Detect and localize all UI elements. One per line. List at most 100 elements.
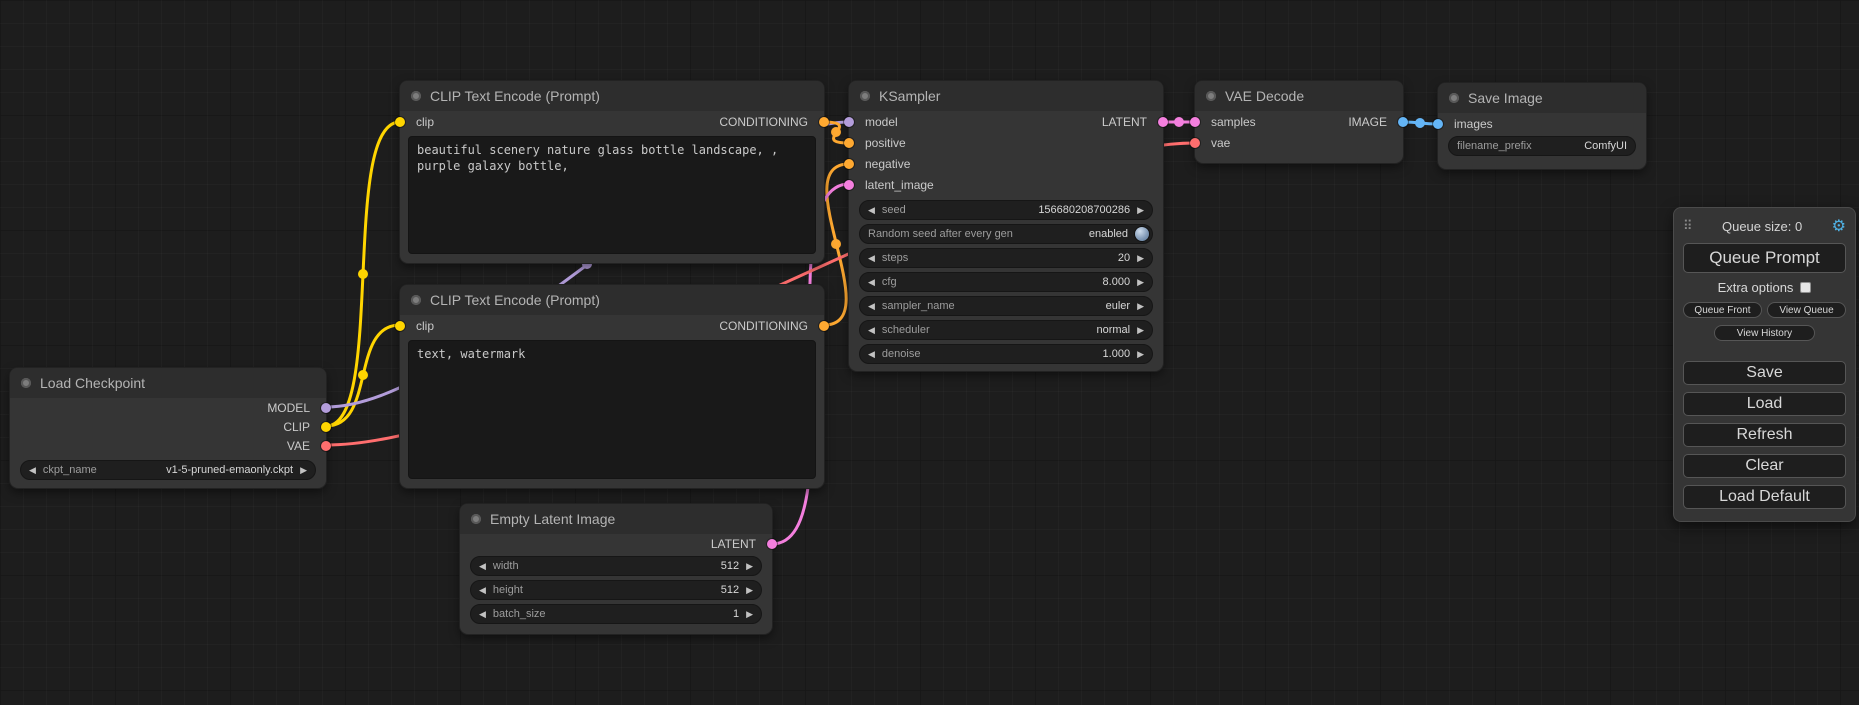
drag-handle-icon[interactable]: ⠿ [1683,218,1693,234]
node-vae-decode[interactable]: VAE Decode samples IMAGE vae [1195,81,1403,163]
save-button[interactable]: Save [1683,361,1846,385]
node-save-image[interactable]: Save Image images filename_prefix ComfyU… [1438,83,1646,169]
view-history-button[interactable]: View History [1714,325,1815,341]
queue-prompt-button[interactable]: Queue Prompt [1683,243,1846,273]
load-button[interactable]: Load [1683,392,1846,416]
widget-value: 20 [1118,252,1130,264]
node-titlebar[interactable]: Load Checkpoint [10,368,326,398]
view-queue-button[interactable]: View Queue [1767,302,1846,318]
node-empty-latent-image[interactable]: Empty Latent Image LATENT ◀ width 512 ▶ … [460,504,772,634]
seed-widget[interactable]: ◀ seed 156680208700286 ▶ [859,200,1153,220]
cfg-widget[interactable]: ◀ cfg 8.000 ▶ [859,272,1153,292]
negative-prompt-textarea[interactable]: text, watermark [408,340,816,479]
collapse-dot-icon[interactable] [21,378,31,388]
decrement-icon[interactable]: ◀ [868,302,875,311]
input-label-clip: clip [416,115,434,129]
increment-icon[interactable]: ▶ [1137,206,1144,215]
input-slot-positive[interactable] [844,138,854,148]
output-slot-latent[interactable] [767,539,777,549]
decrement-icon[interactable]: ◀ [868,278,875,287]
input-slot-model[interactable] [844,117,854,127]
widget-value: 512 [721,560,739,572]
widget-label: ckpt_name [43,464,97,476]
output-slot-vae[interactable] [321,441,331,451]
decrement-icon[interactable]: ◀ [479,610,486,619]
input-slot-clip[interactable] [395,321,405,331]
collapse-dot-icon[interactable] [471,514,481,524]
output-slot-clip[interactable] [321,422,331,432]
collapse-dot-icon[interactable] [411,91,421,101]
increment-icon[interactable]: ▶ [1137,350,1144,359]
output-slot-image[interactable] [1398,117,1408,127]
refresh-button[interactable]: Refresh [1683,423,1846,447]
wire-clip-to-positive-encode [326,122,400,426]
output-slot-conditioning[interactable] [819,321,829,331]
node-titlebar[interactable]: CLIP Text Encode (Prompt) [400,81,824,111]
increment-icon[interactable]: ▶ [1137,302,1144,311]
extra-options-checkbox[interactable] [1800,282,1811,293]
ckpt-name-widget[interactable]: ◀ ckpt_name v1-5-pruned-emaonly.ckpt ▶ [20,460,316,480]
link-midpoint-dot [358,269,368,279]
node-ksampler[interactable]: KSampler model LATENT positive negative … [849,81,1163,371]
node-titlebar[interactable]: VAE Decode [1195,81,1403,111]
decrement-icon[interactable]: ◀ [868,350,875,359]
widget-label: width [493,560,519,572]
node-title: VAE Decode [1225,88,1304,104]
slot-row: positive [849,132,1163,153]
width-widget[interactable]: ◀ width 512 ▶ [470,556,762,576]
node-titlebar[interactable]: Empty Latent Image [460,504,772,534]
node-titlebar[interactable]: KSampler [849,81,1163,111]
output-slot-model[interactable] [321,403,331,413]
load-default-button[interactable]: Load Default [1683,485,1846,509]
denoise-widget[interactable]: ◀ denoise 1.000 ▶ [859,344,1153,364]
steps-widget[interactable]: ◀ steps 20 ▶ [859,248,1153,268]
node-titlebar[interactable]: Save Image [1438,83,1646,113]
collapse-dot-icon[interactable] [860,91,870,101]
height-widget[interactable]: ◀ height 512 ▶ [470,580,762,600]
increment-icon[interactable]: ▶ [1137,278,1144,287]
filename-prefix-widget[interactable]: filename_prefix ComfyUI [1448,136,1636,156]
decrement-icon[interactable]: ◀ [479,586,486,595]
input-slot-samples[interactable] [1190,117,1200,127]
input-slot-vae[interactable] [1190,138,1200,148]
batch-size-widget[interactable]: ◀ batch_size 1 ▶ [470,604,762,624]
decrement-icon[interactable]: ◀ [868,326,875,335]
graph-canvas[interactable]: Load Checkpoint MODEL CLIP VAE ◀ ckpt_na… [0,0,1859,705]
queue-front-button[interactable]: Queue Front [1683,302,1762,318]
node-clip-text-encode-negative[interactable]: CLIP Text Encode (Prompt) clip CONDITION… [400,285,824,488]
widget-label: seed [882,204,906,216]
output-slot-latent[interactable] [1158,117,1168,127]
link-midpoint-dot [1174,117,1184,127]
scheduler-widget[interactable]: ◀ scheduler normal ▶ [859,320,1153,340]
decrement-icon[interactable]: ◀ [868,254,875,263]
output-slot-conditioning[interactable] [819,117,829,127]
node-clip-text-encode-positive[interactable]: CLIP Text Encode (Prompt) clip CONDITION… [400,81,824,263]
collapse-dot-icon[interactable] [411,295,421,305]
collapse-dot-icon[interactable] [1449,93,1459,103]
output-label-clip: CLIP [283,420,310,434]
increment-icon[interactable]: ▶ [300,466,307,475]
output-row-latent: LATENT [460,534,772,554]
input-slot-negative[interactable] [844,159,854,169]
clear-button[interactable]: Clear [1683,454,1846,478]
increment-icon[interactable]: ▶ [746,586,753,595]
positive-prompt-textarea[interactable]: beautiful scenery nature glass bottle la… [408,136,816,254]
sampler-name-widget[interactable]: ◀ sampler_name euler ▶ [859,296,1153,316]
input-slot-images[interactable] [1433,119,1443,129]
increment-icon[interactable]: ▶ [746,610,753,619]
node-titlebar[interactable]: CLIP Text Encode (Prompt) [400,285,824,315]
settings-gear-icon[interactable]: ⚙ [1832,216,1846,236]
collapse-dot-icon[interactable] [1206,91,1216,101]
decrement-icon[interactable]: ◀ [868,206,875,215]
seed-control-widget[interactable]: Random seed after every gen enabled [859,224,1153,244]
increment-icon[interactable]: ▶ [1137,326,1144,335]
decrement-icon[interactable]: ◀ [479,562,486,571]
seed-control-knob-icon[interactable] [1135,227,1149,241]
decrement-icon[interactable]: ◀ [29,466,36,475]
node-load-checkpoint[interactable]: Load Checkpoint MODEL CLIP VAE ◀ ckpt_na… [10,368,326,488]
input-label-samples: samples [1211,115,1256,129]
increment-icon[interactable]: ▶ [746,562,753,571]
input-slot-latent-image[interactable] [844,180,854,190]
input-slot-clip[interactable] [395,117,405,127]
increment-icon[interactable]: ▶ [1137,254,1144,263]
